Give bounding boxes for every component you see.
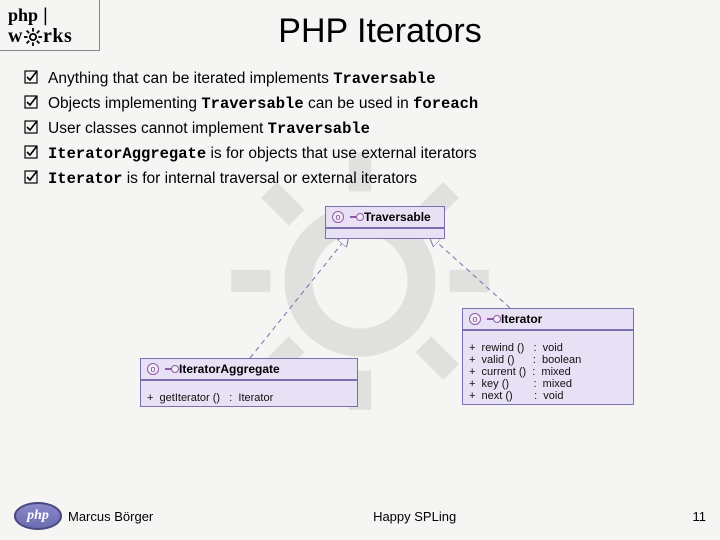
uml-class-iteratoraggregate: o IteratorAggregate + getIterator () : I… (140, 358, 358, 407)
footer-title: Happy SPLing (153, 509, 676, 524)
logo-text-php: php (8, 5, 38, 25)
uml-operation: + valid () : boolean (469, 354, 627, 366)
footer-author: Marcus Börger (68, 509, 153, 524)
uml-operation: + key () : mixed (469, 378, 627, 390)
interface-icon: o (147, 363, 159, 375)
page-number: 11 (676, 509, 706, 524)
uml-operation: + next () : void (469, 390, 627, 402)
gear-icon (24, 28, 42, 46)
check-icon (24, 170, 48, 184)
bullet-list: Anything that can be iterated implements… (24, 69, 704, 190)
phpworks-logo: php| w rks (0, 0, 100, 51)
list-item: User classes cannot implement Traversabl… (24, 119, 704, 140)
page-title: PHP Iterators (100, 0, 720, 51)
uml-operation: + getIterator () : Iterator (147, 392, 351, 404)
uml-class-iterator: o Iterator + rewind () : void + valid ()… (462, 308, 634, 405)
php-logo-icon: php (14, 502, 62, 530)
list-item: Iterator is for internal traversal or ex… (24, 169, 704, 190)
interface-icon: o (332, 211, 344, 223)
check-icon (24, 95, 48, 109)
interface-icon: o (469, 313, 481, 325)
uml-class-traversable: o Traversable (325, 206, 445, 239)
uml-operation: + current () : mixed (469, 366, 627, 378)
footer: php Marcus Börger Happy SPLing 11 (0, 502, 720, 530)
check-icon (24, 70, 48, 84)
list-item: Objects implementing Traversable can be … (24, 94, 704, 115)
uml-operation: + rewind () : void (469, 342, 627, 354)
list-item: Anything that can be iterated implements… (24, 69, 704, 90)
uml-diagram: o Traversable o IteratorAggregate + getI… (80, 206, 640, 466)
check-icon (24, 145, 48, 159)
list-item: IteratorAggregate is for objects that us… (24, 144, 704, 165)
check-icon (24, 120, 48, 134)
